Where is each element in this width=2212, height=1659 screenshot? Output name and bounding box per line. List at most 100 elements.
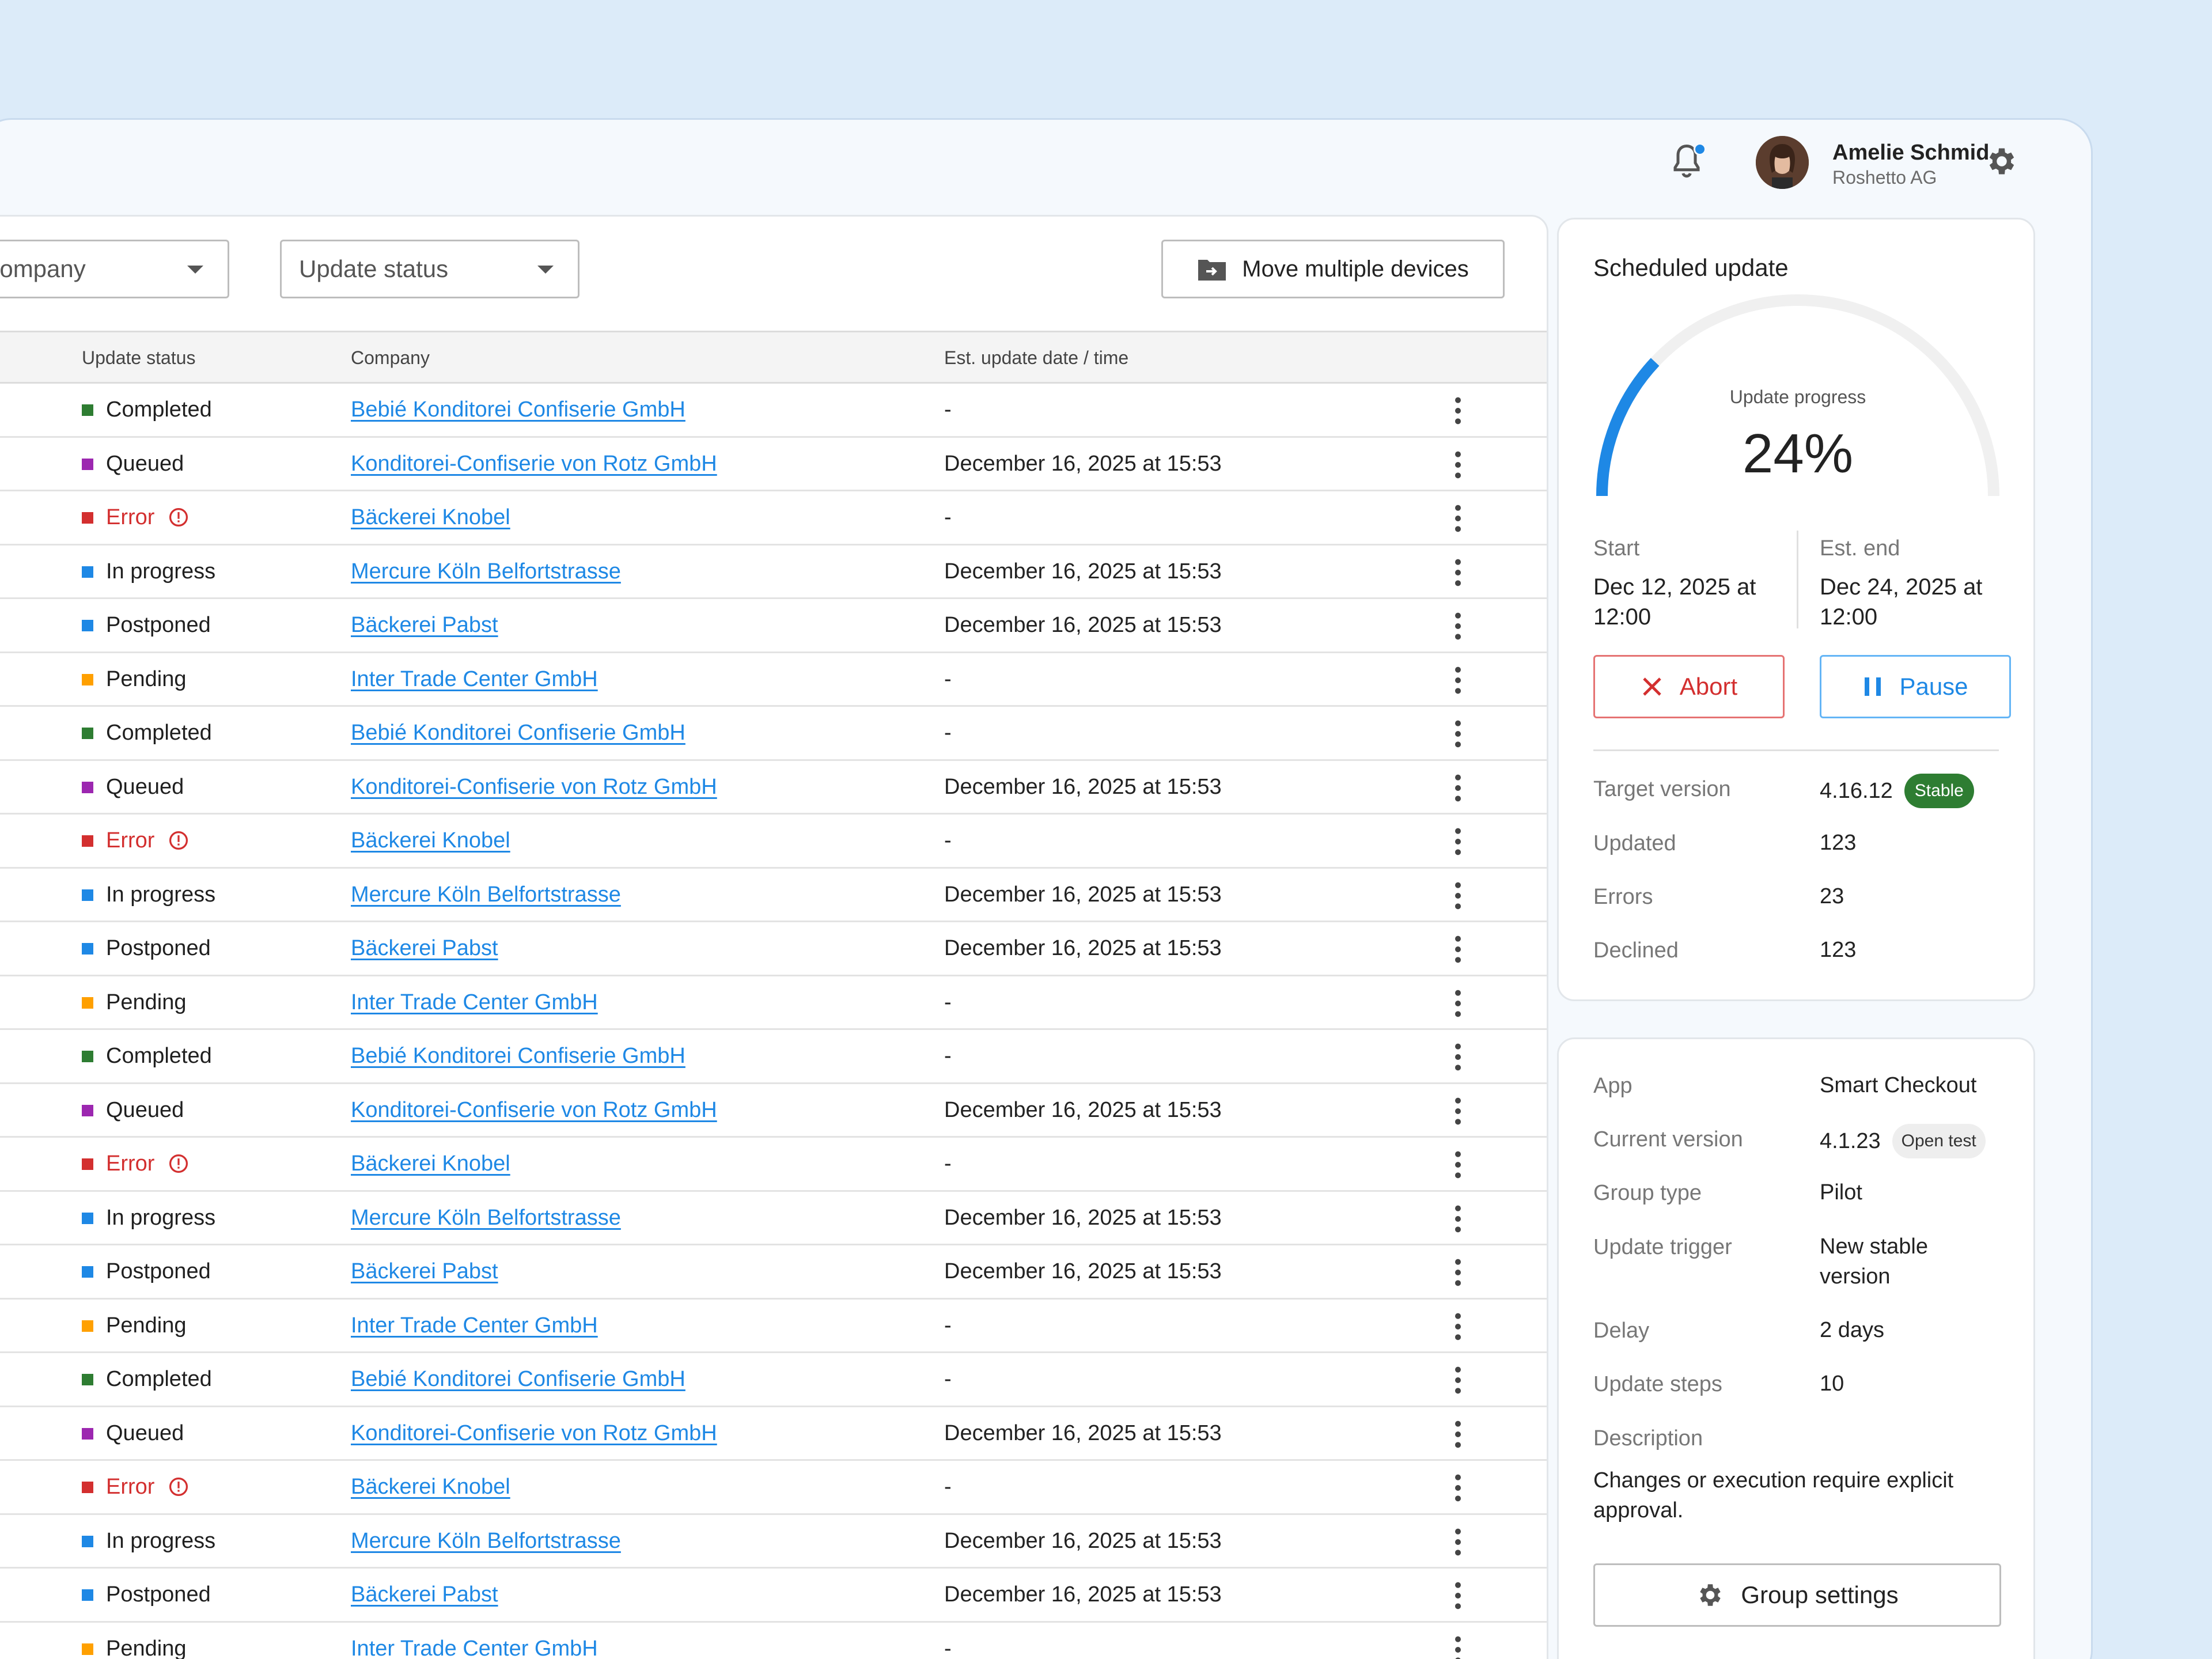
kebab-icon[interactable] [1449, 1528, 1467, 1556]
kebab-icon[interactable] [1449, 827, 1467, 856]
company-link[interactable]: Bäckerei Knobel [351, 828, 510, 853]
kebab-icon[interactable] [1449, 935, 1467, 964]
status-text: Completed [106, 1367, 212, 1391]
company-link[interactable]: Bebié Konditorei Confiserie GmbH [351, 1367, 685, 1392]
kebab-icon[interactable] [1449, 558, 1467, 587]
company-link[interactable]: Inter Trade Center GmbH [351, 990, 598, 1015]
kebab-icon[interactable] [1449, 719, 1467, 748]
company-link[interactable]: Bäckerei Pabst [351, 613, 498, 638]
kebab-icon[interactable] [1449, 1150, 1467, 1179]
kebab-icon[interactable] [1449, 1043, 1467, 1071]
kebab-icon[interactable] [1449, 1312, 1467, 1341]
kebab-icon[interactable] [1449, 989, 1467, 1018]
kebab-icon[interactable] [1449, 504, 1467, 533]
status-text: Error [106, 505, 155, 529]
kebab-icon[interactable] [1449, 396, 1467, 425]
company-filter[interactable]: Company [0, 240, 229, 298]
kebab-icon[interactable] [1449, 1420, 1467, 1449]
company-link[interactable]: Konditorei-Confiserie von Rotz GmbH [351, 452, 717, 476]
table-row[interactable]: Queued Konditorei-Confiserie von Rotz Gmb… [0, 438, 1547, 491]
company-link[interactable]: Mercure Köln Belfortstrasse [351, 559, 621, 584]
company-link[interactable]: Inter Trade Center GmbH [351, 1637, 598, 1659]
gear-icon[interactable] [1984, 144, 2019, 179]
header-update-status[interactable]: Update status [82, 347, 195, 369]
kebab-icon[interactable] [1449, 1366, 1467, 1395]
table-row[interactable]: Completed Bebié Konditorei Confiserie Gmb… [0, 1353, 1547, 1407]
info-circle-icon[interactable] [168, 507, 189, 528]
info-circle-icon[interactable] [168, 1153, 189, 1174]
company-link[interactable]: Mercure Köln Belfortstrasse [351, 1529, 621, 1554]
table-row[interactable]: Queued Konditorei-Confiserie von Rotz Gmb… [0, 1407, 1547, 1461]
table-row[interactable]: In progress Mercure Köln Belfortstrasse De… [0, 1192, 1547, 1245]
status-text: Pending [106, 666, 187, 691]
company-link[interactable]: Bäckerei Pabst [351, 1582, 498, 1607]
company-link[interactable]: Inter Trade Center GmbH [351, 667, 598, 692]
table-row[interactable]: Queued Konditorei-Confiserie von Rotz Gmb… [0, 761, 1547, 815]
group-settings-button[interactable]: Group settings [1593, 1563, 2001, 1627]
company-link[interactable]: Bäckerei Pabst [351, 1259, 498, 1284]
company-link[interactable]: Bäckerei Knobel [351, 505, 510, 530]
table-row[interactable]: Error Bäckerei Knobel - [0, 491, 1547, 546]
app-label: App [1593, 1074, 1633, 1098]
company-link[interactable]: Bäckerei Pabst [351, 936, 498, 961]
header-company[interactable]: Company [351, 347, 430, 369]
table-row[interactable]: Postponed Bäckerei Pabst December 16, 2025… [0, 599, 1547, 653]
avatar[interactable] [1756, 136, 1809, 189]
update-status-filter[interactable]: Update status [280, 240, 579, 298]
kebab-icon[interactable] [1449, 612, 1467, 641]
company-link[interactable]: Konditorei-Confiserie von Rotz GmbH [351, 1098, 717, 1123]
table-row[interactable]: Postponed Bäckerei Pabst December 16, 2025… [0, 1245, 1547, 1300]
header-date[interactable]: Est. update date / time [944, 347, 1128, 369]
kebab-icon[interactable] [1449, 666, 1467, 695]
table-row[interactable]: Postponed Bäckerei Pabst December 16, 2025… [0, 1569, 1547, 1623]
start-value: Dec 12, 2025 at 12:00 [1593, 574, 1756, 630]
kebab-icon[interactable] [1449, 1474, 1467, 1502]
info-circle-icon[interactable] [168, 830, 189, 851]
abort-button[interactable]: Abort [1593, 655, 1785, 718]
chevron-down-icon [187, 266, 203, 274]
company-link[interactable]: Bebié Konditorei Confiserie GmbH [351, 721, 685, 745]
move-multiple-devices-button[interactable]: Move multiple devices [1161, 240, 1505, 298]
company-link[interactable]: Konditorei-Confiserie von Rotz GmbH [351, 1421, 717, 1446]
kebab-icon[interactable] [1449, 881, 1467, 910]
table-row[interactable]: Pending Inter Trade Center GmbH - [0, 976, 1547, 1030]
update-steps-value: 10 [1820, 1372, 1844, 1396]
kebab-icon[interactable] [1449, 1581, 1467, 1610]
table-row[interactable]: Error Bäckerei Knobel - [0, 1461, 1547, 1515]
company-link[interactable]: Konditorei-Confiserie von Rotz GmbH [351, 775, 717, 800]
company-link[interactable]: Bebié Konditorei Confiserie GmbH [351, 397, 685, 422]
kebab-icon[interactable] [1449, 1205, 1467, 1233]
kebab-icon[interactable] [1449, 1258, 1467, 1287]
table-row[interactable]: Pending Inter Trade Center GmbH - [0, 1300, 1547, 1353]
table-row[interactable]: Completed Bebié Konditorei Confiserie Gmb… [0, 384, 1547, 438]
company-link[interactable]: Bäckerei Knobel [351, 1475, 510, 1499]
kebab-icon[interactable] [1449, 450, 1467, 479]
kebab-icon[interactable] [1449, 1097, 1467, 1126]
company-link[interactable]: Bäckerei Knobel [351, 1152, 510, 1176]
table-row[interactable]: Postponed Bäckerei Pabst December 16, 2025… [0, 922, 1547, 976]
table-row[interactable]: Completed Bebié Konditorei Confiserie Gmb… [0, 707, 1547, 761]
updated-label: Updated [1593, 831, 1676, 855]
table-row[interactable]: Error Bäckerei Knobel - [0, 815, 1547, 869]
table-row[interactable]: In progress Mercure Köln Belfortstrasse De… [0, 1515, 1547, 1569]
status-indicator [82, 1374, 93, 1385]
table-row[interactable]: Completed Bebié Konditorei Confiserie Gmb… [0, 1030, 1547, 1084]
company-link[interactable]: Mercure Köln Belfortstrasse [351, 1206, 621, 1230]
kebab-icon[interactable] [1449, 1635, 1467, 1659]
est-update-date: December 16, 2025 at 15:53 [944, 882, 1222, 907]
table-row[interactable]: Pending Inter Trade Center GmbH - [0, 653, 1547, 707]
status-text: Queued [106, 1097, 184, 1122]
table-row[interactable]: In progress Mercure Köln Belfortstrasse De… [0, 546, 1547, 599]
company-link[interactable]: Bebié Konditorei Confiserie GmbH [351, 1044, 685, 1069]
info-circle-icon[interactable] [168, 1476, 189, 1497]
status-indicator [82, 1051, 93, 1062]
kebab-icon[interactable] [1449, 774, 1467, 802]
table-row[interactable]: In progress Mercure Köln Belfortstrasse De… [0, 869, 1547, 922]
table-row[interactable]: Pending Inter Trade Center GmbH - [0, 1623, 1547, 1659]
table-row[interactable]: Queued Konditorei-Confiserie von Rotz Gmb… [0, 1084, 1547, 1138]
table-row[interactable]: Error Bäckerei Knobel - [0, 1138, 1547, 1192]
company-link[interactable]: Inter Trade Center GmbH [351, 1313, 598, 1338]
company-filter-label: Company [0, 255, 86, 282]
company-link[interactable]: Mercure Köln Belfortstrasse [351, 882, 621, 907]
pause-button[interactable]: Pause [1820, 655, 2011, 718]
